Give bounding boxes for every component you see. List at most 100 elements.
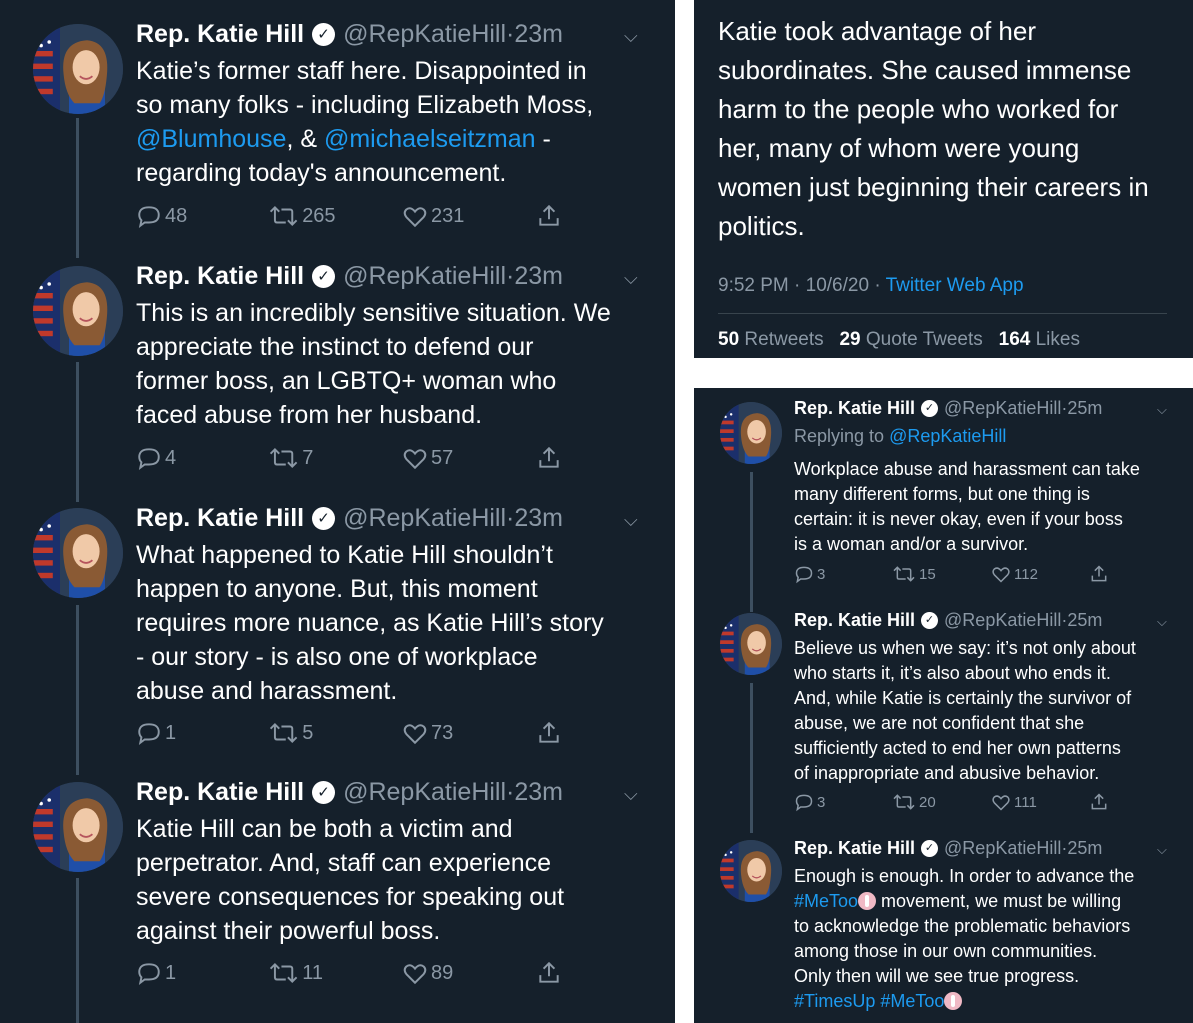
handle[interactable]: @RepKatieHill xyxy=(343,778,506,807)
avatar[interactable] xyxy=(33,782,123,872)
timestamp[interactable]: 23m xyxy=(514,504,563,533)
retweet-count: 20 xyxy=(919,793,936,811)
share-button[interactable] xyxy=(536,720,565,746)
chevron-down-icon[interactable]: ⌵ xyxy=(624,268,638,289)
retweet-button[interactable]: 5 xyxy=(268,720,313,746)
timestamp[interactable]: 23m xyxy=(514,778,563,807)
hashtag-link[interactable]: #MeToo xyxy=(880,991,944,1011)
like-button[interactable]: 231 xyxy=(402,203,464,229)
display-name[interactable]: Rep. Katie Hill xyxy=(794,398,915,419)
retweets-stat[interactable]: 50 Retweets xyxy=(718,329,824,350)
reply-icon xyxy=(136,720,162,746)
tweet-header: Rep. Katie Hill ✓ @RepKatieHill · 25m xyxy=(794,610,1102,631)
avatar[interactable] xyxy=(720,840,782,902)
mention-link[interactable]: @Blumhouse xyxy=(136,125,286,153)
replying-to: Replying to @RepKatieHill xyxy=(794,426,1006,447)
retweet-count: 5 xyxy=(302,721,314,744)
text-line: #TimesUp #MeToo xyxy=(794,989,1179,1014)
chevron-down-icon[interactable]: ⌵ xyxy=(624,26,638,47)
mention-link[interactable]: @RepKatieHill xyxy=(889,426,1006,446)
like-button[interactable]: 57 xyxy=(402,445,453,471)
ribbon-emoji-icon xyxy=(858,892,877,910)
retweet-icon xyxy=(268,720,299,746)
share-button[interactable] xyxy=(536,960,565,986)
reply-button[interactable]: 1 xyxy=(136,960,176,986)
tweet[interactable]: Rep. Katie Hill ✓ @RepKatieHill · 23m ⌵ … xyxy=(0,770,675,1023)
tweet[interactable]: Rep. Katie Hill ✓ @RepKatieHill · 23m ⌵ … xyxy=(0,0,675,258)
display-name[interactable]: Rep. Katie Hill xyxy=(136,778,304,807)
like-button[interactable]: 73 xyxy=(402,720,453,746)
display-name[interactable]: Rep. Katie Hill xyxy=(136,20,304,49)
avatar[interactable] xyxy=(720,402,782,464)
display-name[interactable]: Rep. Katie Hill xyxy=(136,262,304,291)
retweet-button[interactable]: 265 xyxy=(268,203,336,229)
avatar[interactable] xyxy=(720,613,782,675)
tweet-text: Katie Hill can be both a victim and perp… xyxy=(136,812,656,948)
tweet[interactable]: Rep. Katie Hill ✓ @RepKatieHill · 25m ⌵ … xyxy=(694,388,1193,612)
text-line: This is an incredibly sensitive situatio… xyxy=(136,299,611,327)
chevron-down-icon[interactable]: ⌵ xyxy=(1157,842,1167,858)
reply-icon xyxy=(136,203,162,229)
handle[interactable]: @RepKatieHill xyxy=(343,20,506,49)
mention-link[interactable]: @michaelseitzman xyxy=(324,125,536,153)
share-button[interactable] xyxy=(1089,564,1112,584)
like-button[interactable]: 89 xyxy=(402,960,453,986)
hashtag-link[interactable]: #MeToo xyxy=(794,891,858,911)
share-button[interactable] xyxy=(1089,792,1112,812)
text-line: who starts it, it’s also about who ends … xyxy=(794,663,1111,683)
like-button[interactable]: 111 xyxy=(991,792,1037,812)
retweet-button[interactable]: 7 xyxy=(268,445,313,471)
text-fragment: - xyxy=(535,125,551,153)
likes-stat[interactable]: 164 Likes xyxy=(999,329,1080,350)
quote-tweets-stat[interactable]: 29 Quote Tweets xyxy=(839,329,982,350)
timestamp[interactable]: 25m xyxy=(1067,398,1102,419)
timestamp[interactable]: 9:52 PM · 10/6/20 · xyxy=(718,275,886,296)
timestamp[interactable]: 23m xyxy=(514,20,563,49)
chevron-down-icon[interactable]: ⌵ xyxy=(624,784,638,805)
display-name[interactable]: Rep. Katie Hill xyxy=(136,504,304,533)
reply-button[interactable]: 3 xyxy=(794,564,825,584)
text-line: to acknowledge the problematic behaviors xyxy=(794,916,1131,936)
retweet-button[interactable]: 20 xyxy=(892,792,936,812)
chevron-down-icon[interactable]: ⌵ xyxy=(1157,614,1167,630)
reply-button[interactable]: 3 xyxy=(794,792,825,812)
tweet[interactable]: Rep. Katie Hill ✓ @RepKatieHill · 23m ⌵ … xyxy=(0,250,675,502)
source-link[interactable]: Twitter Web App xyxy=(886,275,1024,296)
verified-badge-icon: ✓ xyxy=(921,612,939,629)
handle[interactable]: @RepKatieHill xyxy=(944,610,1061,631)
display-name[interactable]: Rep. Katie Hill xyxy=(794,610,915,631)
reply-button[interactable]: 4 xyxy=(136,445,176,471)
reply-button[interactable]: 48 xyxy=(136,203,187,229)
hashtag-link[interactable]: #TimesUp xyxy=(794,991,875,1011)
handle[interactable]: @RepKatieHill xyxy=(343,262,506,291)
handle[interactable]: @RepKatieHill xyxy=(944,398,1061,419)
handle[interactable]: @RepKatieHill xyxy=(343,504,506,533)
text-line: of inappropriate and abusive behavior. xyxy=(794,763,1100,783)
avatar[interactable] xyxy=(33,24,123,114)
timestamp[interactable]: 25m xyxy=(1067,610,1102,631)
like-button[interactable]: 112 xyxy=(991,564,1038,584)
tweet[interactable]: Rep. Katie Hill ✓ @RepKatieHill · 23m ⌵ … xyxy=(0,495,675,775)
handle[interactable]: @RepKatieHill xyxy=(944,838,1061,859)
reply-button[interactable]: 1 xyxy=(136,720,176,746)
tweet[interactable]: Rep. Katie Hill ✓ @RepKatieHill · 25m ⌵ … xyxy=(694,598,1193,833)
tweet[interactable]: Rep. Katie Hill ✓ @RepKatieHill · 25m ⌵ … xyxy=(694,828,1193,1023)
retweet-button[interactable]: 15 xyxy=(892,564,936,584)
display-name[interactable]: Rep. Katie Hill xyxy=(794,838,915,859)
share-button[interactable] xyxy=(536,203,565,229)
avatar[interactable] xyxy=(33,266,123,356)
verified-badge-icon: ✓ xyxy=(312,781,336,804)
chevron-down-icon[interactable]: ⌵ xyxy=(1157,402,1167,418)
timestamp[interactable]: 23m xyxy=(514,262,563,291)
text-line: appreciate the instinct to defend our xyxy=(136,333,534,361)
replying-label: Replying to xyxy=(794,426,890,446)
text-line: Believe us when we say: it’s not only ab… xyxy=(794,638,1136,658)
retweet-button[interactable]: 11 xyxy=(268,960,323,986)
thread-panel-left: Rep. Katie Hill ✓ @RepKatieHill · 23m ⌵ … xyxy=(0,0,675,1023)
tweet-text: What happened to Katie Hill shouldn’t ha… xyxy=(136,538,656,708)
chevron-down-icon[interactable]: ⌵ xyxy=(624,510,638,531)
timestamp[interactable]: 25m xyxy=(1067,838,1102,859)
avatar[interactable] xyxy=(33,508,123,598)
separator-dot: · xyxy=(506,778,515,806)
share-button[interactable] xyxy=(536,445,565,471)
